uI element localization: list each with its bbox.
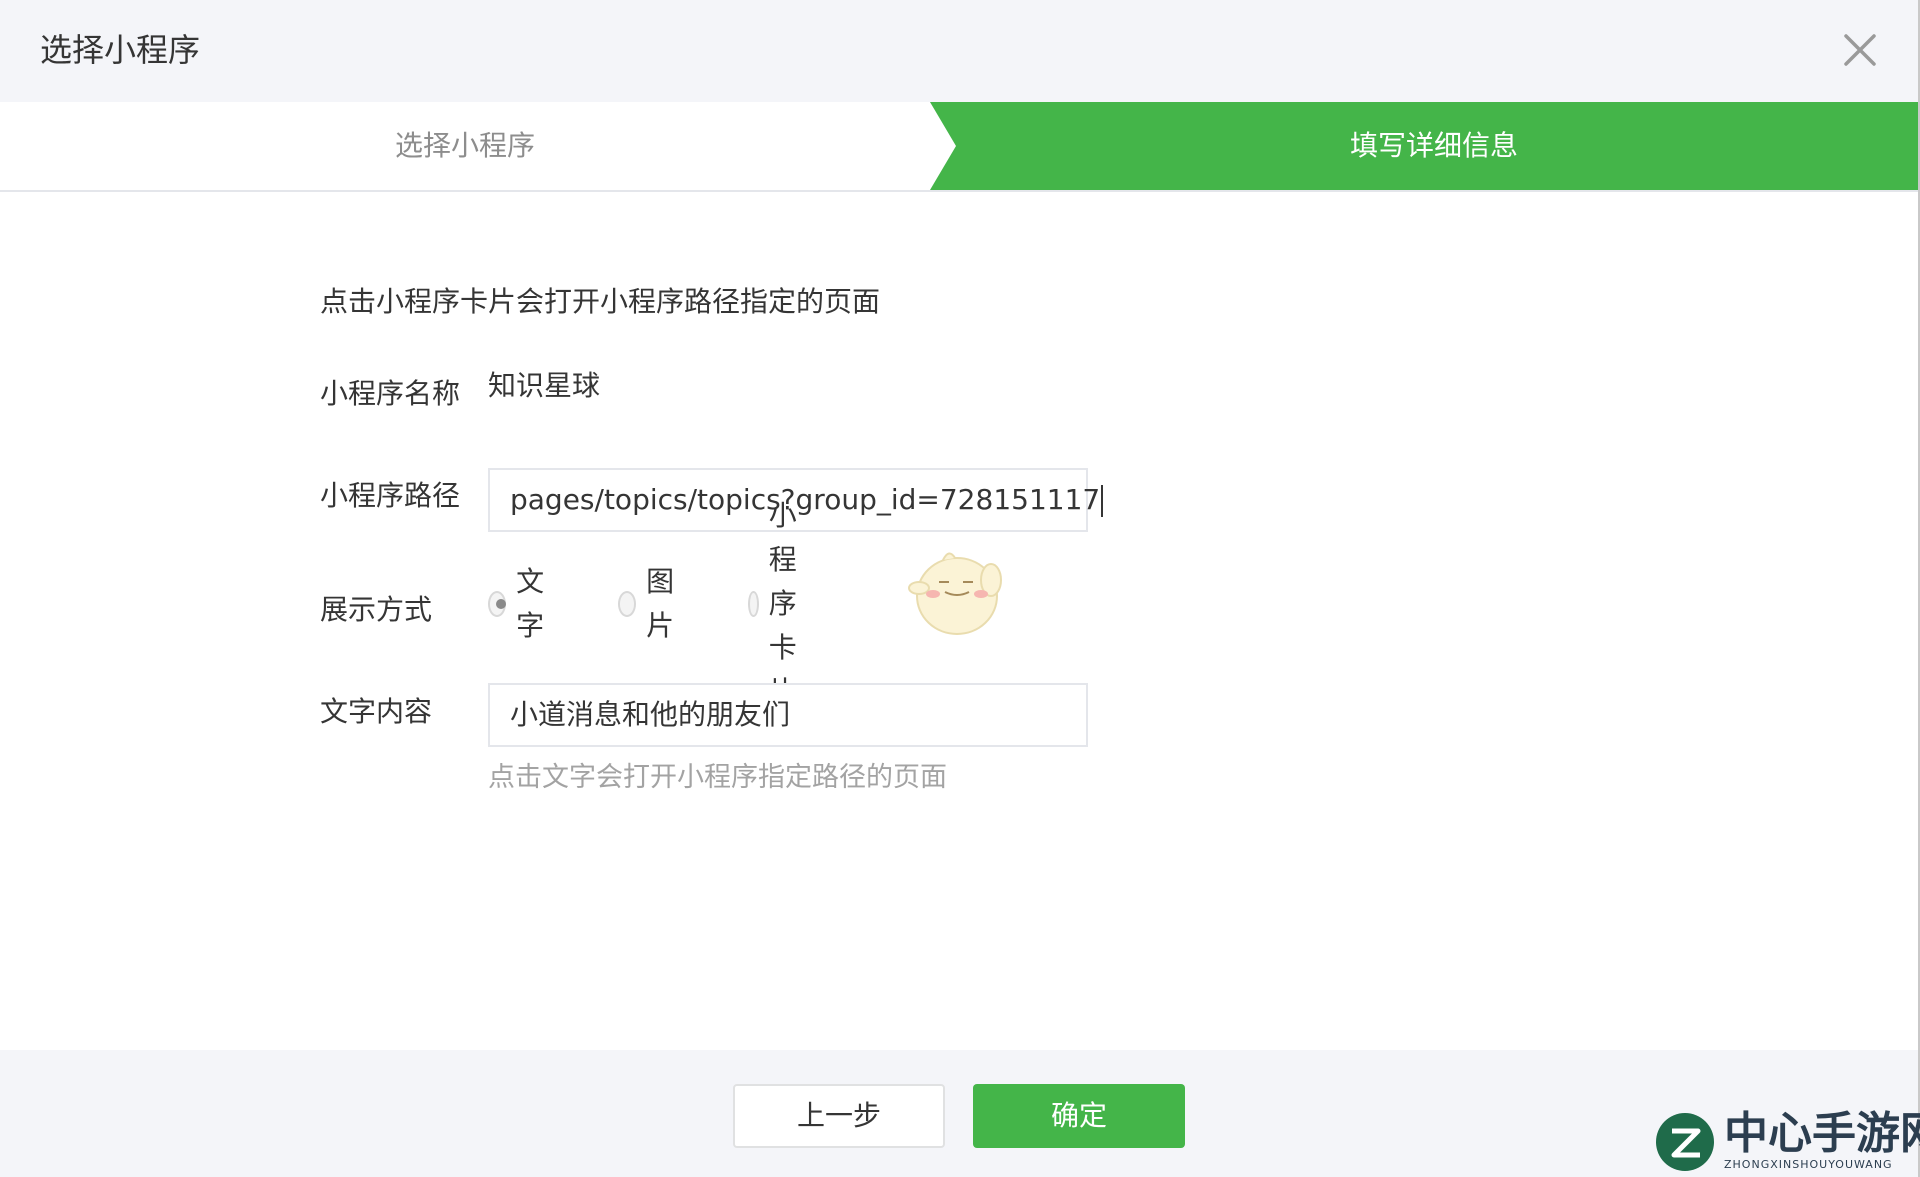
step-fill-details: 填写详细信息	[1349, 129, 1518, 162]
watermark-logo-icon	[1656, 1113, 1714, 1171]
text-content-hint: 点击文字会打开小程序指定路径的页面	[488, 762, 947, 793]
text-content-input[interactable]: 小道消息和他的朋友们	[488, 683, 1088, 747]
step-select-miniprogram: 选择小程序	[394, 129, 535, 162]
watermark-text: 中心手游网	[1724, 1108, 1920, 1159]
form-intro: 点击小程序卡片会打开小程序路径指定的页面	[320, 285, 881, 318]
dialog-title: 选择小程序	[40, 31, 201, 69]
radio-unchecked-icon	[618, 591, 637, 617]
radio-unchecked-icon	[748, 591, 759, 617]
radio-text-label: 文字	[516, 565, 545, 642]
mascot-sticker-icon	[908, 552, 1002, 635]
radio-checked-icon	[488, 591, 507, 617]
name-value: 知识星球	[488, 369, 601, 402]
name-label: 小程序名称	[320, 377, 461, 410]
dialog-footer	[0, 1050, 1918, 1177]
text-content-label: 文字内容	[320, 695, 433, 728]
text-caret	[1101, 485, 1104, 517]
watermark: 中心手游网 ZHONGXINSHOUYOUWANG	[1652, 1108, 1920, 1177]
text-content-value: 小道消息和他的朋友们	[510, 698, 791, 731]
display-label: 展示方式	[320, 593, 433, 626]
dialog-header: 选择小程序	[0, 0, 1920, 102]
radio-image-label: 图片	[646, 565, 675, 642]
step-indicator: 选择小程序 填写详细信息	[0, 102, 1918, 192]
path-label: 小程序路径	[320, 479, 461, 512]
confirm-button[interactable]: 确定	[973, 1084, 1185, 1148]
radio-card-label: 小程序卡片	[768, 499, 797, 708]
radio-card[interactable]: 小程序卡片	[748, 499, 812, 708]
previous-step-button[interactable]: 上一步	[733, 1084, 945, 1148]
watermark-subtext: ZHONGXINSHOUYOUWANG	[1724, 1158, 1893, 1171]
radio-text[interactable]: 文字	[488, 565, 552, 642]
close-icon[interactable]	[1840, 30, 1880, 70]
radio-image[interactable]: 图片	[618, 565, 682, 642]
